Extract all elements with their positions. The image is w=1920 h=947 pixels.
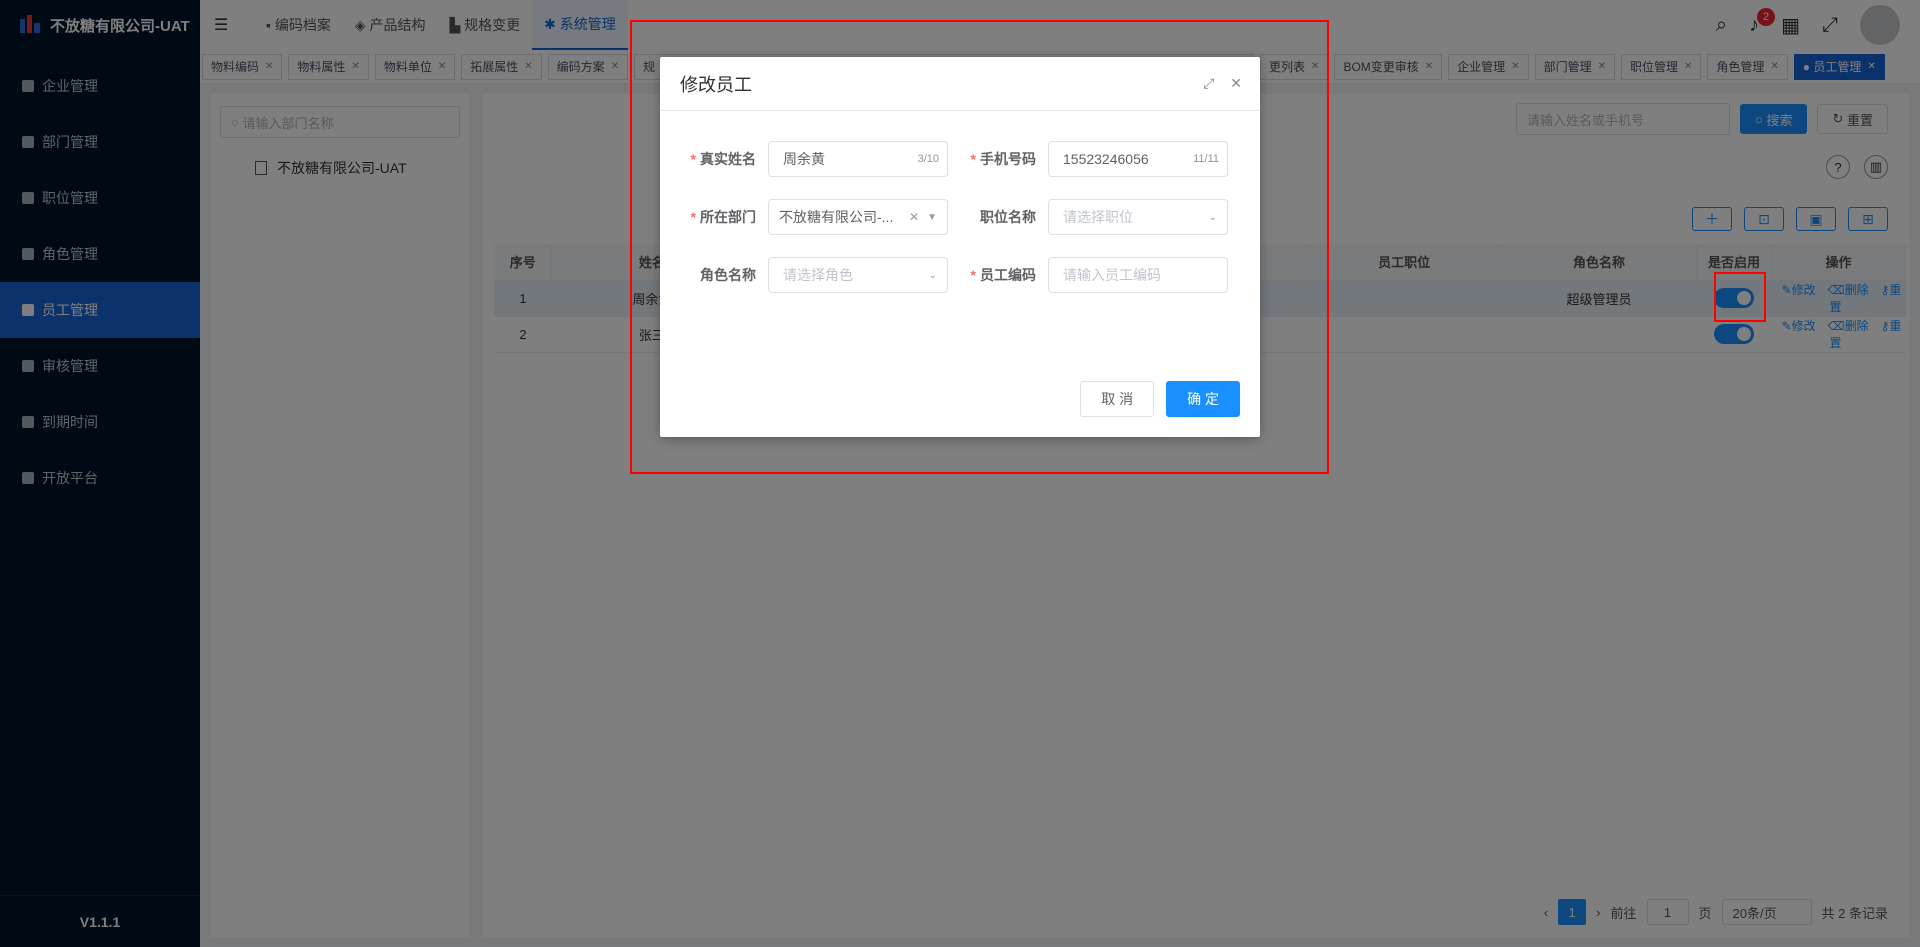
highlight-box <box>630 20 1329 474</box>
highlight-box <box>1714 272 1766 322</box>
app-root: 不放糖有限公司-UAT 企业管理 部门管理 职位管理 角色管理 员工管理 审核管… <box>0 0 1920 947</box>
